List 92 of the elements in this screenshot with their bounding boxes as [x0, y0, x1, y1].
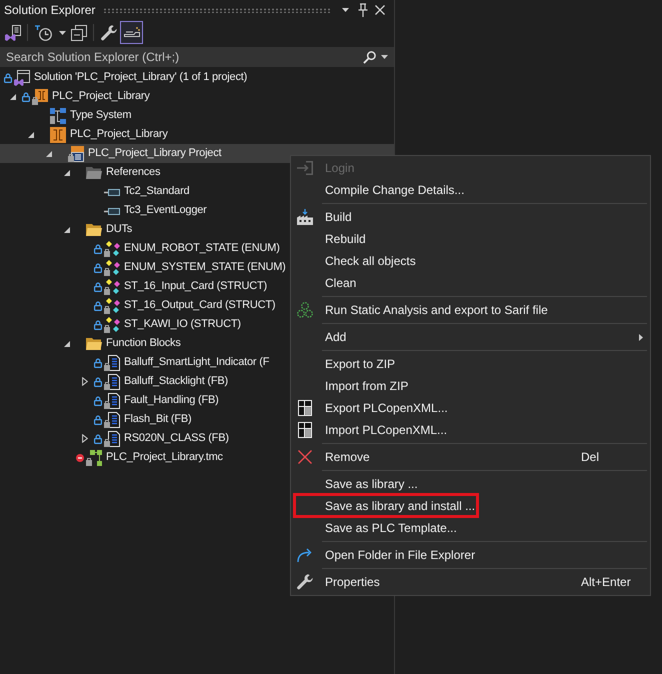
tree-item[interactable]: PLC_Project_Library Project [88, 145, 222, 162]
search-field[interactable]: Search Solution Explorer (Ctrl+;) [0, 47, 394, 67]
panel-title: Solution Explorer [4, 2, 96, 19]
folder-icon [86, 336, 102, 352]
expanded-arrow-icon[interactable] [28, 132, 34, 138]
pin-button[interactable] [357, 3, 369, 17]
dropdown-caret-icon [342, 8, 348, 12]
search-icon[interactable] [363, 50, 376, 64]
diamonds-icon [104, 316, 120, 332]
squares-icon [86, 450, 102, 466]
folder-icon [86, 164, 102, 180]
tree-item[interactable]: DUTs [106, 221, 132, 238]
tree-item[interactable]: Balluff_SmartLight_Indicator (F [124, 354, 270, 371]
tree-item[interactable]: PLC_Project_Library [52, 88, 150, 105]
grid-icon [298, 400, 312, 416]
grid-icon [298, 422, 312, 438]
tray-icon [124, 27, 140, 38]
tree-item[interactable]: RS020N_CLASS (FB) [124, 430, 229, 447]
menu-item[interactable]: Save as library ... [294, 473, 647, 495]
bracket-block-icon [32, 88, 48, 104]
menu-item[interactable]: Rebuild [294, 228, 647, 250]
tree-item[interactable]: Balluff_Stacklight (FB) [124, 373, 228, 390]
expanded-arrow-icon[interactable] [10, 94, 16, 100]
menu-item[interactable]: Save as PLC Template... [294, 517, 647, 539]
menu-item[interactable]: Open Folder in File Explorer [294, 544, 647, 566]
tree-item[interactable]: ENUM_SYSTEM_STATE (ENUM) [124, 259, 286, 276]
document-icon [104, 430, 120, 446]
wrench-icon [101, 24, 117, 40]
tree-item[interactable]: ST_16_Output_Card (STRUCT) [124, 297, 276, 314]
document-icon [104, 354, 120, 370]
tree-item[interactable]: Tc2_Standard [124, 183, 190, 200]
clock-icon [35, 24, 52, 40]
submenu-arrow-icon [639, 334, 643, 340]
tree-item[interactable]: PLC_Project_Library.tmc [106, 449, 223, 466]
factory-icon [297, 209, 313, 225]
type-blocks-icon [50, 108, 66, 124]
tree-item[interactable]: ST_16_Input_Card (STRUCT) [124, 278, 267, 295]
toolbar-button[interactable] [120, 21, 143, 44]
document-icon [104, 392, 120, 408]
expanded-arrow-icon[interactable] [46, 150, 52, 156]
tree-item[interactable]: ENUM_ROBOT_STATE (ENUM) [124, 240, 280, 257]
menu-item[interactable]: Run Static Analysis and export to Sarif file [294, 299, 647, 321]
diamonds-icon [104, 298, 120, 314]
menu-item[interactable]: Properties Alt+Enter [294, 571, 647, 593]
collapsed-arrow-icon[interactable] [82, 434, 88, 443]
collapsed-arrow-icon[interactable] [82, 377, 88, 386]
dropdown-caret-icon [59, 30, 66, 34]
close-icon [375, 5, 385, 15]
menu-item[interactable]: Build [294, 206, 647, 228]
menu-item[interactable]: Clean [294, 272, 647, 294]
menu-item[interactable]: Export to ZIP [294, 353, 647, 375]
menu-item[interactable]: Check all objects [294, 250, 647, 272]
circles-icon [297, 302, 313, 318]
tree-item[interactable]: References [106, 164, 160, 181]
document-icon [104, 412, 120, 428]
menu-item[interactable]: Export PLCopenXML... [294, 397, 647, 419]
close-button[interactable] [374, 3, 386, 17]
diamonds-icon [104, 260, 120, 276]
menu-item[interactable]: Remove Del [294, 446, 647, 468]
curved-arrow-icon [297, 548, 313, 562]
menu-item[interactable]: Compile Change Details... [294, 179, 647, 201]
tree-item[interactable]: Tc3_EventLogger [124, 202, 207, 219]
document-icon [104, 374, 120, 390]
expanded-arrow-icon[interactable] [64, 226, 70, 232]
shortcut-label: Del [581, 449, 600, 466]
menu-item[interactable]: Import from ZIP [294, 375, 647, 397]
expanded-arrow-icon[interactable] [64, 170, 70, 176]
plc-document-icon [68, 146, 84, 162]
menu-item[interactable]: Add [294, 326, 647, 348]
diamonds-icon [104, 278, 120, 294]
diamonds-icon [104, 240, 120, 256]
dropdown-caret-icon [381, 55, 388, 59]
wrench-icon [297, 574, 313, 590]
window-icon [14, 70, 30, 86]
collapse-icon [71, 24, 87, 40]
menu-item[interactable]: Import PLCopenXML... [294, 419, 647, 441]
tree-item[interactable]: Type System [70, 107, 132, 124]
document-logo-icon [5, 24, 21, 40]
sign-in-icon [297, 161, 313, 175]
tree-item[interactable]: Function Blocks [106, 335, 181, 352]
cross-icon [298, 450, 312, 464]
expanded-arrow-icon[interactable] [64, 340, 70, 346]
tree-item[interactable]: Fault_Handling (FB) [124, 392, 219, 409]
bracket-block-icon [50, 126, 66, 142]
tree-item[interactable]: ST_KAWI_IO (STRUCT) [124, 316, 241, 333]
menu-item[interactable]: Save as library and install ... [294, 495, 647, 517]
tree-item[interactable]: Solution 'PLC_Project_Library' (1 of 1 project) [34, 69, 248, 86]
pin-icon [358, 3, 368, 17]
folder-icon [86, 222, 102, 238]
tree-item[interactable]: PLC_Project_Library [70, 126, 168, 143]
shortcut-label: Alt+Enter [581, 574, 631, 591]
tree-item[interactable]: Flash_Bit (FB) [124, 411, 192, 428]
